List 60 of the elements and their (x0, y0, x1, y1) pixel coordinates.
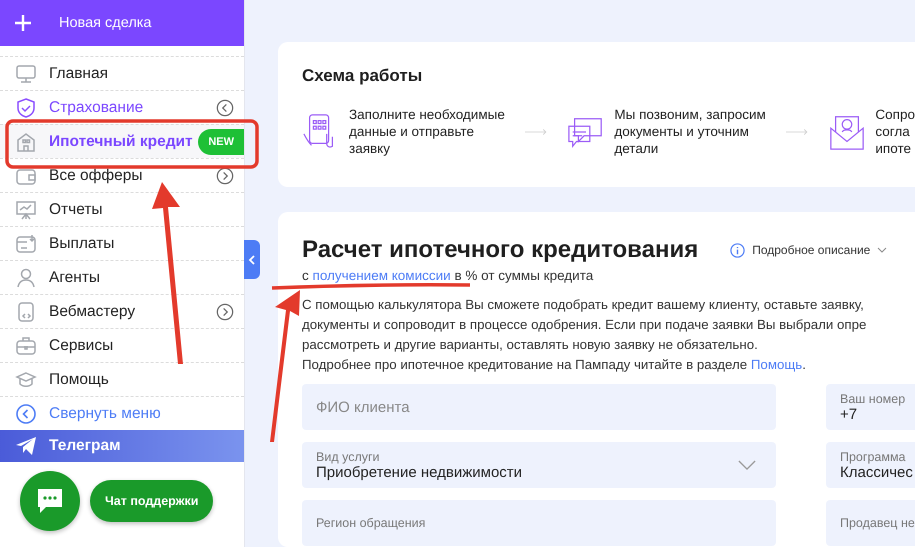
menu-item[interactable]: Ипотечный кредит NEW (0, 124, 244, 158)
info-icon (730, 242, 746, 258)
plus-icon (14, 14, 32, 32)
section-title: Схема работы (302, 66, 424, 86)
menu-item-label: Отчеты (49, 200, 104, 218)
chevron-left-icon[interactable] (216, 98, 234, 116)
chat-bubble-icon (35, 486, 65, 516)
commission-link[interactable]: получением комиссии (312, 268, 451, 283)
shield-icon (15, 96, 37, 118)
chevron-right-icon[interactable] (216, 166, 234, 184)
menu-item[interactable]: Главная (0, 56, 244, 90)
new-badge: NEW (198, 128, 244, 154)
details-toggle[interactable]: Подробное описание (730, 242, 888, 258)
menu-item-label: Помощь (49, 370, 110, 388)
menu-item-label: Вебмастеру (49, 302, 136, 320)
collapse-menu-label: Свернуть меню (49, 404, 162, 422)
presentation-icon (15, 198, 37, 220)
chevron-down-icon (877, 247, 888, 253)
step-description: Мы позвоним, запросим документы и уточним детали (614, 106, 766, 157)
menu-item-label: Выплаты (49, 234, 116, 252)
collapse-tab[interactable] (244, 240, 260, 279)
chevron-left-icon (15, 402, 37, 424)
arrow-icon (786, 128, 808, 136)
step-description: Заполните необходимые данные и отправьте заявку (349, 106, 505, 157)
input-field[interactable]: Регион обращения (302, 500, 776, 546)
chat-button[interactable] (20, 471, 80, 531)
chevron-down-icon (738, 460, 756, 471)
monitor-icon (15, 62, 37, 84)
chevron-right-icon[interactable] (216, 302, 234, 320)
menu-item-label: Ипотечный кредит (49, 132, 194, 150)
menu-item[interactable]: Помощь (0, 362, 244, 396)
description-line: С помощью калькулятора Вы сможете подобрать кредит вашему клиенту, оставьте заявку, (302, 296, 865, 314)
menu-item-label: Сервисы (49, 336, 114, 354)
briefcase-icon (15, 334, 37, 356)
telegram-link[interactable]: Телеграм (0, 430, 244, 462)
service-select[interactable]: Вид услуги Приобретение недвижимости (302, 442, 776, 488)
menu-item-label: Агенты (49, 268, 102, 286)
description-line: документы и сопроводит в процессе одобрения. Если при подаче заявки Вы выбрали опре (302, 316, 868, 334)
paper-plane-icon (15, 435, 37, 457)
chevron-left-icon (248, 254, 256, 264)
arrow-icon (524, 128, 548, 136)
description-line: рассмотреть и другие варианты, оставлять новую заявку не обязательно. (302, 336, 759, 354)
input-field[interactable]: Ваш номер +7 (826, 384, 915, 430)
help-line: Подробнее про ипотечное кредитование на Пампаду читайте в разделе Помощь. (302, 356, 807, 374)
input-field[interactable]: Программа Классичес (826, 442, 915, 488)
help-link[interactable]: Помощь (750, 357, 802, 372)
new-deal-button[interactable]: Новая сделка (0, 0, 244, 46)
telegram-label: Телеграм (49, 437, 121, 455)
menu-item-label: Страхование (49, 98, 144, 116)
step-description: Сопро согла ипоте (875, 106, 915, 157)
input-field[interactable]: Продавец не (826, 500, 915, 546)
house-icon (15, 130, 37, 152)
menu-item-label: Все офферы (49, 166, 144, 184)
support-chat-button[interactable]: Чат поддержки (90, 480, 214, 522)
subtitle: с получением комиссии в % от суммы кредита (302, 268, 594, 283)
input-field[interactable]: ФИО клиента (302, 384, 776, 430)
person-icon (15, 266, 37, 288)
calculator-title: Расчет ипотечного кредитования (302, 236, 698, 264)
card-icon (15, 232, 37, 254)
menu-item-label: Главная (49, 64, 109, 82)
